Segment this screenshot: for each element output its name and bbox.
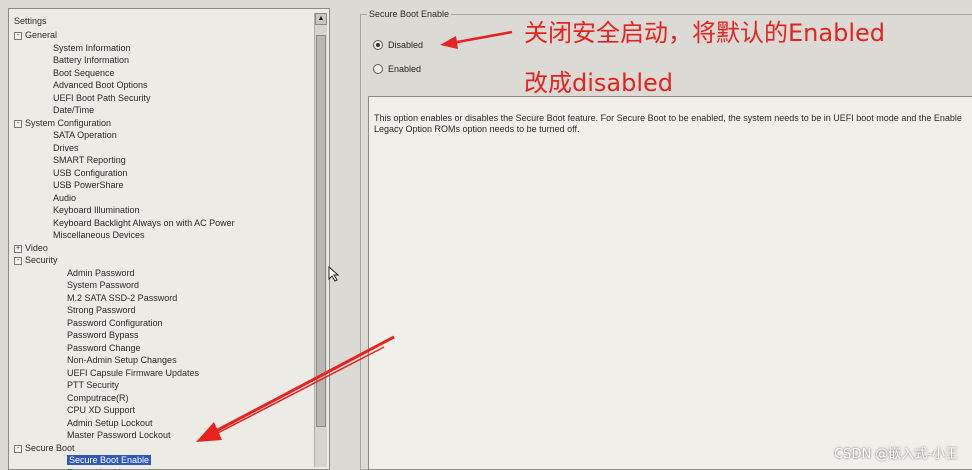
csdn-watermark: CSDN @嵌入式-小王 (834, 447, 958, 462)
arrow-to-disabled-icon (440, 30, 513, 49)
arrow-to-secure-boot-enable-icon (196, 335, 395, 442)
mouse-cursor-icon (328, 266, 340, 282)
annotation-arrows (196, 30, 513, 442)
